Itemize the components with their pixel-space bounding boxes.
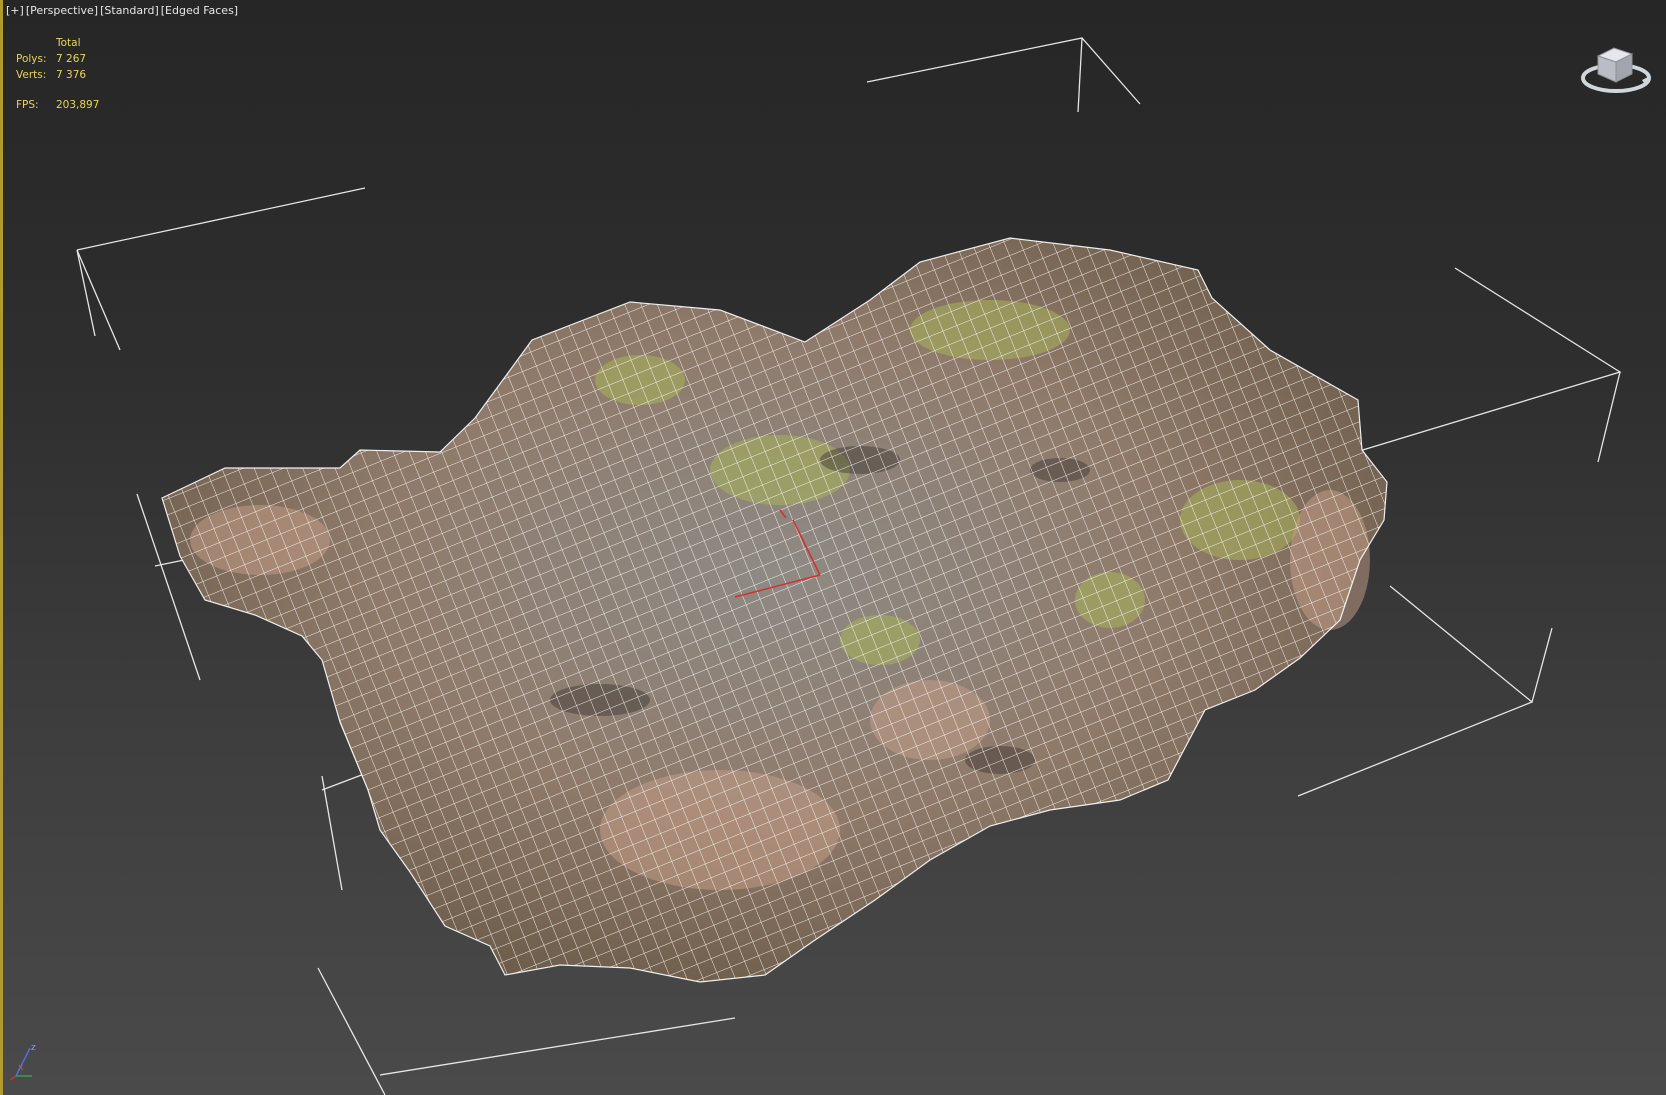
viewport-display-mode-menu[interactable]: [Edged Faces] [161,4,238,17]
axis-z-label: z [31,1043,36,1053]
axis-x-label: x [18,1063,24,1073]
polys-label: Polys: [16,53,47,65]
viewcube-icon[interactable] [1580,28,1654,98]
stats-header: Total [56,37,81,49]
verts-label: Verts: [16,69,47,81]
axis-tripod-icon: z x [9,1043,36,1081]
fps-label: FPS: [16,99,39,111]
viewport-point-of-view-menu[interactable]: [Perspective] [26,4,98,17]
rock-mesh[interactable] [161,237,1388,983]
verts-value: 7 376 [56,69,87,81]
statistics-overlay: Total Polys: 7 267 Verts: 7 376 FPS: 203… [16,35,136,113]
fps-value: 203,897 [56,99,100,111]
polys-value: 7 267 [56,53,87,65]
viewport-general-menu[interactable]: [+] [6,4,24,17]
perspective-viewport[interactable]: [+] [Perspective] [Standard] [Edged Face… [0,0,1666,1095]
viewport-label-menu: [+] [Perspective] [Standard] [Edged Face… [6,4,238,17]
scene-canvas[interactable] [0,0,1666,1095]
viewport-shading-standard-menu[interactable]: [Standard] [100,4,159,17]
